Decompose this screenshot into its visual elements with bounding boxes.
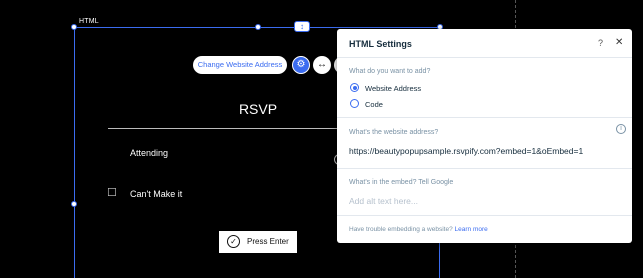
section-divider [337, 117, 632, 118]
change-website-address-button[interactable]: Change Website Address [193, 56, 287, 74]
trouble-embedding-note: Have trouble embedding a website? Learn … [349, 226, 488, 233]
resize-handle-left[interactable] [71, 201, 77, 207]
resize-handle-top-left[interactable] [71, 24, 77, 30]
element-type-tag: HTML [77, 18, 101, 25]
code-radio[interactable] [350, 99, 359, 108]
press-enter-label: Press Enter [247, 237, 289, 246]
section-divider [337, 168, 632, 169]
trouble-embedding-text: Have trouble embedding a website? [349, 226, 453, 233]
resize-handle-top[interactable] [255, 24, 261, 30]
add-type-question: What do you want to add? [349, 68, 431, 75]
attending-option[interactable]: Attending [130, 148, 168, 158]
press-enter-button[interactable]: ✓ Press Enter [219, 231, 297, 253]
panel-title: HTML Settings [349, 39, 412, 49]
html-settings-panel: HTML Settings ? ✕ What do you want to ad… [337, 29, 632, 243]
check-circle-icon: ✓ [227, 235, 240, 248]
anchor-icon[interactable]: ↕ [294, 21, 310, 32]
embed-description-label: What's in the embed? Tell Google [349, 179, 454, 186]
horizontal-stretch-icon[interactable]: ↔ [313, 56, 331, 74]
website-address-label: What's the website address? [349, 129, 439, 136]
website-address-radio[interactable] [350, 83, 359, 92]
gear-icon[interactable]: ⚙ [292, 56, 310, 74]
cant-make-it-option[interactable]: Can't Make it [130, 189, 182, 199]
alt-text-input[interactable] [349, 194, 619, 208]
rsvp-divider [108, 128, 340, 129]
rsvp-title: RSVP [238, 101, 278, 117]
help-icon[interactable]: ? [598, 38, 603, 48]
section-divider [337, 215, 632, 216]
close-icon[interactable]: ✕ [615, 37, 623, 48]
panel-header: HTML Settings ? ✕ [337, 29, 632, 58]
website-address-option-label[interactable]: Website Address [365, 84, 421, 93]
code-option-label[interactable]: Code [365, 100, 383, 109]
info-icon[interactable]: i [616, 124, 626, 134]
calendar-decline-icon: ☐ [107, 187, 117, 199]
learn-more-link[interactable]: Learn more [455, 226, 488, 233]
website-address-field[interactable]: https://beautypopupsample.rsvpify.com?em… [349, 146, 629, 156]
